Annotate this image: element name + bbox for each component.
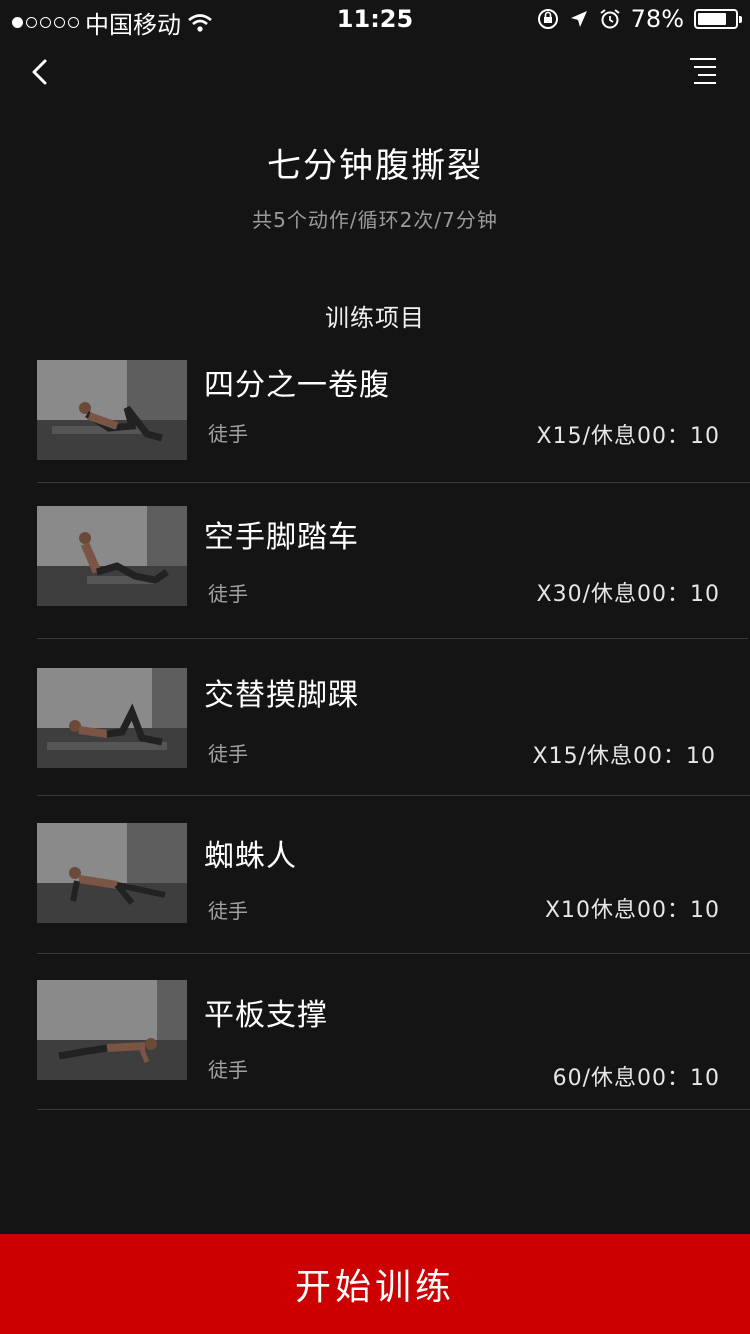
exercise-reps: X10休息00：10 [544, 898, 720, 923]
exercise-thumbnail [37, 360, 187, 460]
divider [37, 953, 750, 954]
divider [37, 482, 750, 483]
exercise-name: 四分之一卷腹 [204, 368, 390, 403]
exercise-equipment: 徒手 [208, 422, 248, 446]
alarm-clock-icon [600, 9, 620, 29]
exercise-name: 空手脚踏车 [204, 520, 359, 555]
exercise-thumbnail [37, 823, 187, 923]
status-right: 78% [537, 5, 742, 33]
battery-percent: 78% [630, 5, 684, 33]
page-title: 七分钟腹撕裂 [267, 146, 483, 186]
location-arrow-icon [570, 11, 587, 27]
section-title: 训练项目 [325, 304, 425, 332]
exercise-thumbnail [37, 506, 187, 606]
exercise-name: 平板支撑 [204, 998, 328, 1033]
exercise-equipment: 徒手 [208, 1058, 248, 1082]
exercise-reps: X15/休息00：10 [532, 744, 716, 769]
list-menu-icon [690, 58, 716, 84]
back-button[interactable] [22, 50, 62, 94]
chevron-left-icon [32, 59, 47, 85]
status-bar: 中国移动 11:25 78% [0, 0, 750, 40]
exercise-equipment: 徒手 [208, 899, 248, 923]
rotation-lock-icon [537, 9, 558, 29]
exercise-thumbnail [37, 668, 187, 768]
exercise-row[interactable]: 空手脚踏车 徒手 X30/休息00：10 [0, 506, 750, 639]
exercise-row[interactable]: 平板支撑 徒手 60/休息00：10 [0, 980, 750, 1110]
workout-summary: 共5个动作/循环2次/7分钟 [252, 208, 498, 232]
battery-fill [698, 13, 727, 25]
exercise-row[interactable]: 蜘蛛人 徒手 X10休息00：10 [0, 823, 750, 954]
exercise-row[interactable]: 交替摸脚踝 徒手 X15/休息00：10 [0, 668, 750, 796]
start-training-button[interactable]: 开始训练 [0, 1234, 750, 1334]
exercise-reps: X30/休息00：10 [536, 582, 720, 607]
exercise-reps: 60/休息00：10 [552, 1066, 720, 1091]
exercise-name: 交替摸脚踝 [204, 678, 359, 713]
exercise-name: 蜘蛛人 [204, 839, 297, 874]
battery-icon [694, 9, 742, 29]
exercise-equipment: 徒手 [208, 742, 248, 766]
menu-button[interactable] [684, 52, 724, 92]
divider [37, 795, 750, 796]
divider [37, 1109, 750, 1110]
exercise-equipment: 徒手 [208, 582, 248, 606]
divider [37, 638, 748, 639]
exercise-row[interactable]: 四分之一卷腹 徒手 X15/休息00：10 [0, 360, 750, 483]
exercise-reps: X15/休息00：10 [536, 424, 720, 449]
exercise-thumbnail [37, 980, 187, 1080]
